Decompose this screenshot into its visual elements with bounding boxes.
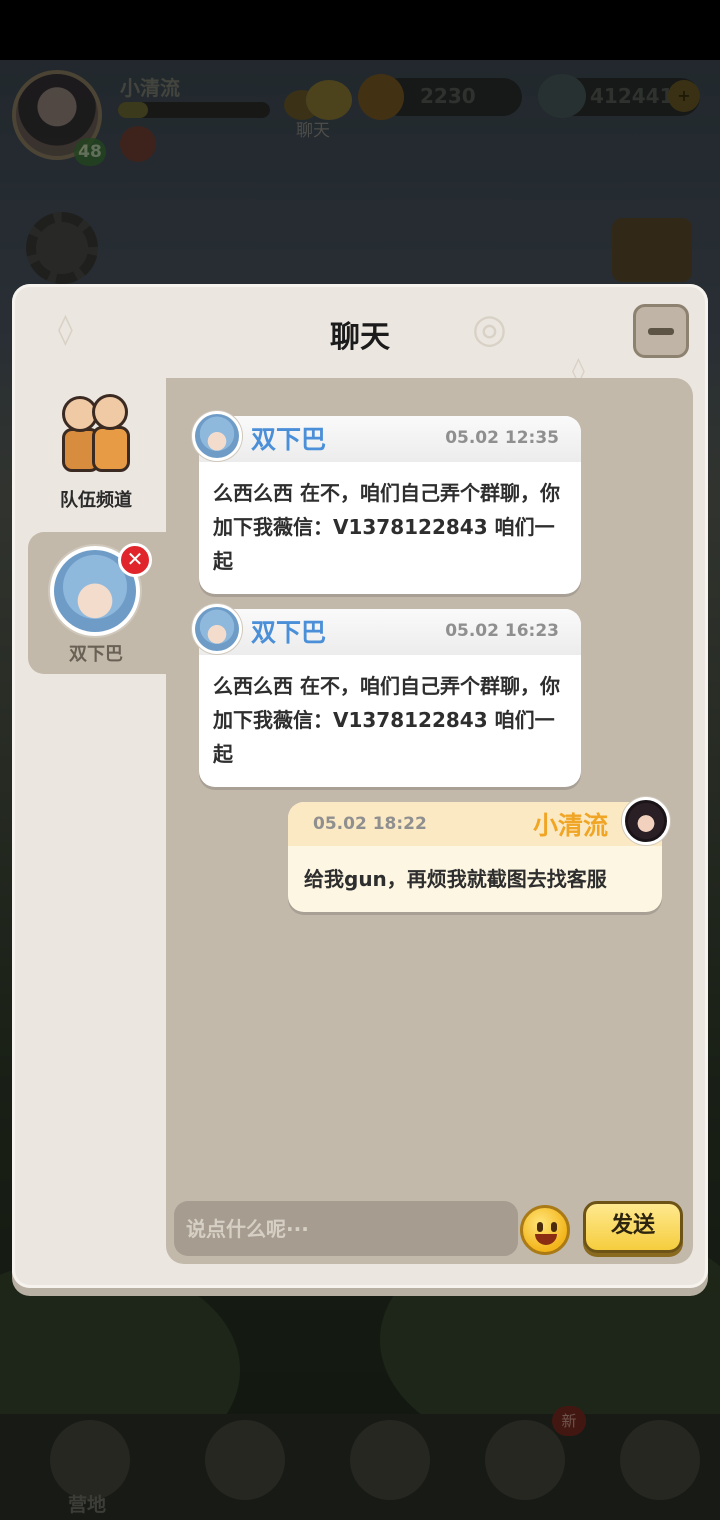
sender-avatar[interactable] xyxy=(192,411,242,461)
sender-avatar[interactable] xyxy=(192,604,242,654)
message-time: 05.02 12:35 xyxy=(445,428,559,448)
channel-dm-label: 双下巴 xyxy=(69,644,123,665)
panel-title: 聊天 xyxy=(330,320,390,355)
message-bubble: 双下巴 05.02 16:23 么西么西 在不，咱们自己弄个群聊，你加下我薇信：… xyxy=(199,609,581,787)
self-avatar[interactable] xyxy=(622,797,670,845)
message-text: 么西么西 在不，咱们自己弄个群聊，你加下我薇信：V1378122843 咱们一起 xyxy=(213,674,560,766)
channel-team-label: 队伍频道 xyxy=(60,490,132,511)
message-time: 05.02 18:22 xyxy=(313,814,427,834)
sender-name[interactable]: 双下巴 xyxy=(251,613,326,649)
message-bubble: 双下巴 05.02 12:35 么西么西 在不，咱们自己弄个群聊，你加下我薇信：… xyxy=(199,416,581,594)
send-button[interactable]: 发送 xyxy=(583,1201,683,1253)
minus-icon xyxy=(648,328,674,335)
message-time: 05.02 16:23 xyxy=(445,621,559,641)
minimize-button[interactable] xyxy=(633,304,689,358)
message-bubble-self: 05.02 18:22 小清流 给我gun，再烦我就截图去找客服 xyxy=(288,802,662,912)
chat-input[interactable] xyxy=(174,1201,518,1256)
status-bar xyxy=(0,0,720,60)
close-dm-button[interactable]: ✕ xyxy=(118,543,152,577)
self-name: 小清流 xyxy=(532,811,608,840)
sender-name[interactable]: 双下巴 xyxy=(251,420,326,456)
message-text: 么西么西 在不，咱们自己弄个群聊，你加下我薇信：V1378122843 咱们一起 xyxy=(213,481,560,573)
emoji-smiley-icon[interactable] xyxy=(520,1205,570,1255)
team-cavemen-icon xyxy=(62,394,132,476)
message-text: 给我gun，再烦我就截图去找客服 xyxy=(304,867,607,891)
